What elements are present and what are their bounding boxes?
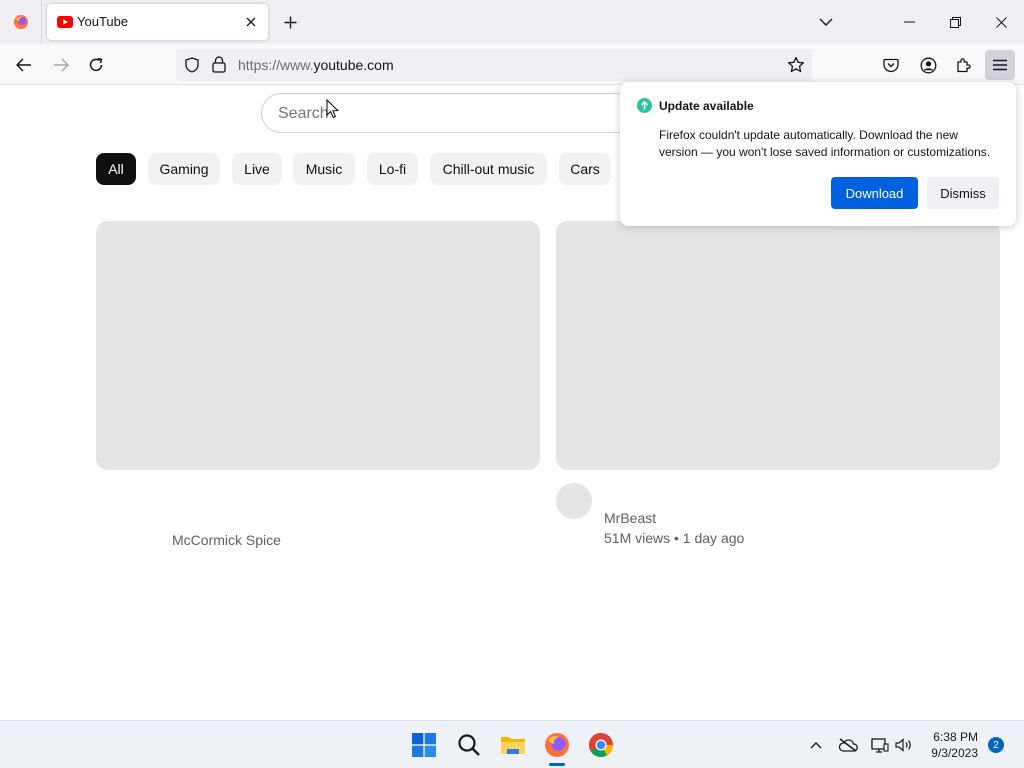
tab-title: YouTube bbox=[77, 14, 129, 29]
account-icon bbox=[920, 57, 936, 73]
video-stats: 51M views • 1 day ago bbox=[604, 530, 745, 546]
close-icon bbox=[246, 17, 256, 27]
start-button[interactable] bbox=[407, 728, 441, 762]
clock-date: 9/3/2023 bbox=[931, 746, 978, 760]
url-text[interactable]: https://www.youtube.com bbox=[238, 57, 394, 73]
taskbar-search-button[interactable] bbox=[452, 728, 486, 762]
network-icon bbox=[871, 738, 889, 753]
pocket-button[interactable] bbox=[876, 50, 906, 80]
show-hidden-icons-button[interactable] bbox=[806, 735, 826, 755]
search-placeholder: Search bbox=[278, 105, 329, 122]
update-available-panel: Update available Firefox couldn't update… bbox=[620, 82, 1016, 226]
file-explorer-button[interactable] bbox=[496, 728, 530, 762]
arrow-left-icon bbox=[16, 58, 31, 72]
minimize-button[interactable] bbox=[886, 0, 932, 44]
youtube-favicon-icon bbox=[57, 16, 73, 28]
speaker-icon bbox=[895, 738, 911, 752]
video-thumbnail-placeholder[interactable] bbox=[556, 221, 1000, 470]
url-prefix: https://www. bbox=[238, 57, 314, 73]
channel-name[interactable]: MrBeast bbox=[604, 510, 656, 526]
shield-icon[interactable] bbox=[184, 57, 200, 73]
video-thumbnail-placeholder[interactable] bbox=[96, 221, 540, 470]
youtube-search-input[interactable]: Search bbox=[261, 93, 641, 133]
minimize-icon bbox=[903, 21, 915, 23]
chip-chill-out-music[interactable]: Chill-out music bbox=[430, 153, 547, 185]
open-menu-button[interactable] bbox=[985, 50, 1015, 80]
chip-all[interactable]: All bbox=[96, 153, 136, 185]
restore-button[interactable] bbox=[932, 0, 978, 44]
puzzle-piece-icon bbox=[957, 58, 971, 73]
url-domain: youtube.com bbox=[313, 57, 394, 73]
chevron-up-icon bbox=[810, 742, 822, 749]
onedrive-button[interactable] bbox=[838, 735, 858, 755]
account-button[interactable] bbox=[913, 50, 943, 80]
update-arrow-icon bbox=[637, 98, 652, 113]
firefox-view-button[interactable] bbox=[0, 0, 42, 44]
search-icon bbox=[458, 734, 480, 756]
chip-lofi[interactable]: Lo-fi bbox=[367, 153, 418, 185]
lock-icon[interactable] bbox=[212, 56, 226, 73]
bookmark-star-icon[interactable] bbox=[787, 56, 805, 74]
tab-youtube[interactable]: YouTube bbox=[47, 4, 268, 40]
chrome-icon bbox=[588, 733, 613, 758]
tab-strip: YouTube bbox=[0, 0, 1024, 44]
list-all-tabs-button[interactable] bbox=[814, 10, 838, 34]
mouse-cursor-icon bbox=[326, 99, 339, 119]
chrome-taskbar-button[interactable] bbox=[584, 728, 618, 762]
firefox-taskbar-button[interactable] bbox=[540, 728, 574, 762]
cloud-offline-icon bbox=[838, 738, 858, 752]
download-button[interactable]: Download bbox=[831, 177, 918, 209]
popup-title: Update available bbox=[659, 99, 754, 113]
clock[interactable]: 6:38 PM 9/3/2023 bbox=[918, 729, 978, 761]
back-button[interactable] bbox=[9, 50, 39, 80]
firefox-icon bbox=[13, 15, 28, 29]
url-bar[interactable]: https://www.youtube.com bbox=[176, 49, 812, 81]
windows-start-icon bbox=[412, 733, 436, 757]
close-icon bbox=[995, 16, 1007, 28]
taskbar: 6:38 PM 9/3/2023 2 bbox=[0, 720, 1024, 768]
popup-message: Firefox couldn't update automatically. D… bbox=[659, 128, 991, 159]
channel-name[interactable]: McCormick Spice bbox=[172, 532, 281, 548]
chip-cars[interactable]: Cars bbox=[559, 153, 611, 185]
reload-button[interactable] bbox=[81, 50, 111, 80]
notification-badge[interactable]: 2 bbox=[988, 737, 1004, 753]
forward-button[interactable] bbox=[46, 50, 76, 80]
avatar[interactable] bbox=[556, 483, 592, 519]
arrow-right-icon bbox=[54, 58, 69, 72]
chip-music[interactable]: Music bbox=[293, 153, 355, 185]
restore-icon bbox=[949, 16, 961, 28]
new-tab-button[interactable] bbox=[278, 10, 302, 34]
firefox-icon bbox=[545, 733, 569, 757]
network-button[interactable] bbox=[870, 735, 890, 755]
reload-icon bbox=[89, 57, 103, 72]
volume-button[interactable] bbox=[894, 735, 914, 755]
close-window-button[interactable] bbox=[978, 0, 1024, 44]
active-app-indicator bbox=[549, 763, 565, 766]
file-explorer-icon bbox=[501, 737, 525, 754]
chip-live[interactable]: Live bbox=[232, 153, 282, 185]
pocket-icon bbox=[883, 58, 899, 72]
dismiss-button[interactable]: Dismiss bbox=[927, 177, 999, 209]
chip-gaming[interactable]: Gaming bbox=[148, 153, 220, 185]
tab-close-button[interactable] bbox=[241, 12, 261, 32]
hamburger-menu-icon bbox=[993, 59, 1007, 71]
chevron-down-icon bbox=[819, 18, 833, 26]
clock-time: 6:38 PM bbox=[933, 730, 978, 744]
plus-icon bbox=[284, 16, 296, 28]
extensions-button[interactable] bbox=[949, 50, 979, 80]
navigation-toolbar: https://www.youtube.com bbox=[0, 44, 1024, 85]
